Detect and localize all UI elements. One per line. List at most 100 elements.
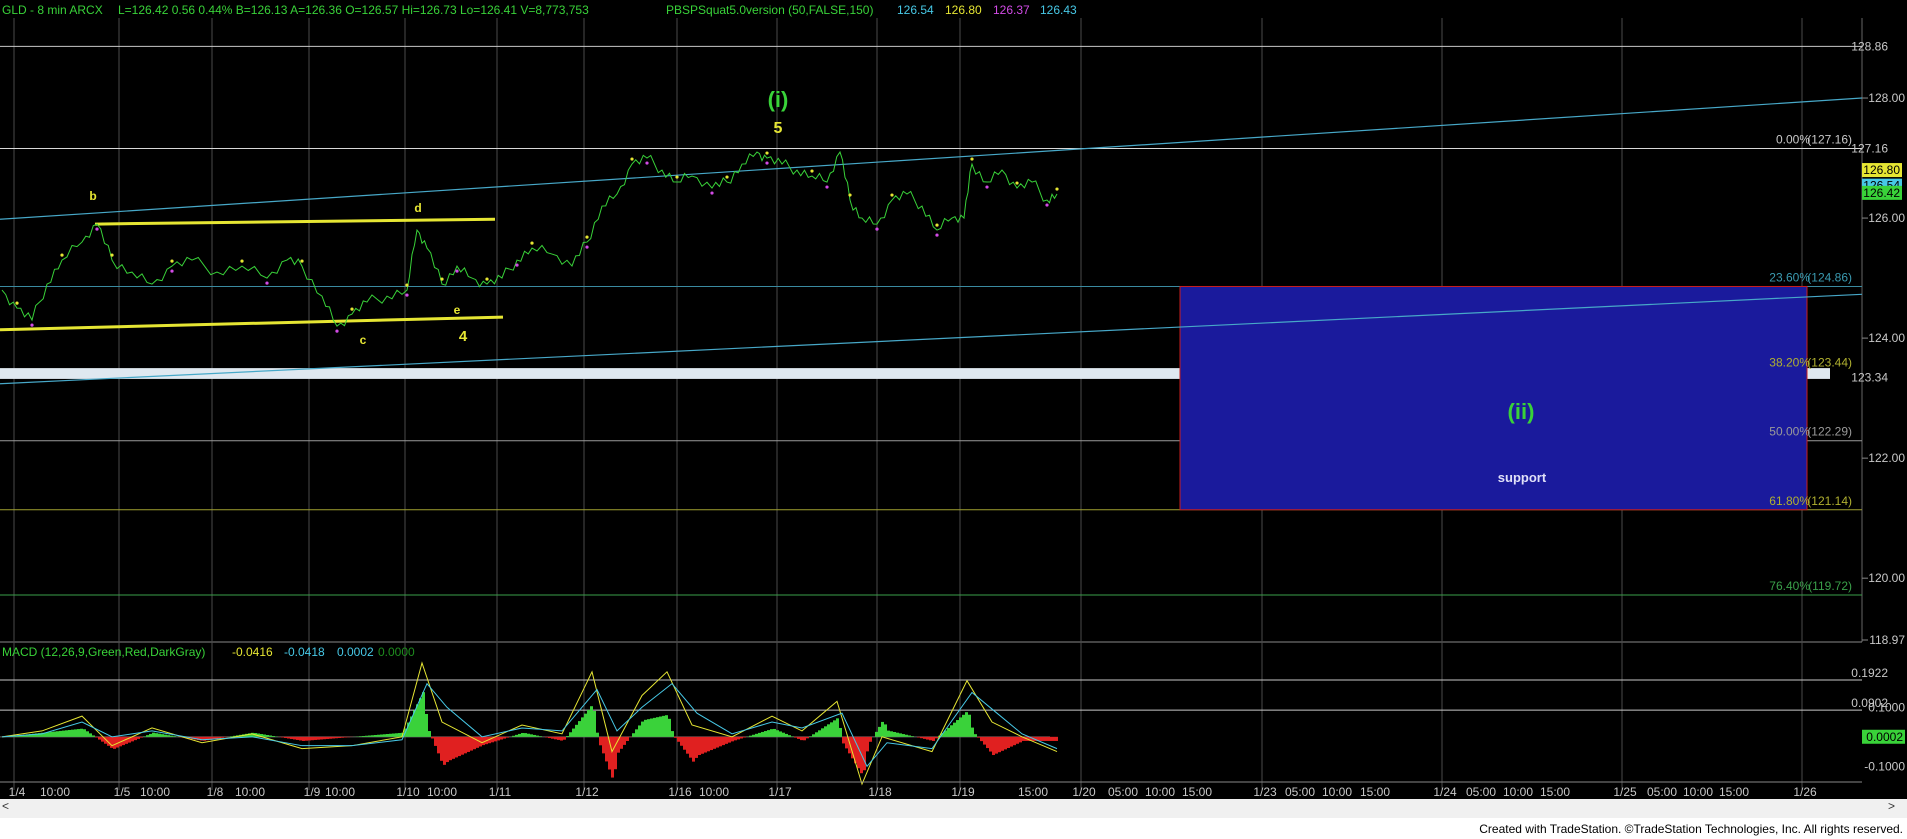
pivot-marker-top (440, 277, 444, 281)
macd-histogram-bar (512, 735, 515, 737)
time-tick-label: 1/12 (575, 785, 599, 799)
pivot-marker-top (970, 157, 974, 161)
macd-histogram-bar (605, 736, 608, 762)
macd-histogram-bar (1046, 736, 1049, 741)
macd-histogram-bar (569, 732, 572, 737)
symbol-label: GLD - 8 min ARCX (2, 3, 103, 17)
macd-histogram-bar (752, 734, 755, 737)
macd-histogram-bar (497, 736, 500, 741)
macd-histogram-bar (116, 736, 119, 748)
macd-histogram-bar (284, 736, 287, 738)
macd-histogram-bar (662, 715, 665, 737)
pivot-marker-top (935, 223, 939, 227)
macd-histogram-bar (203, 736, 206, 741)
macd-histogram-bar (584, 713, 587, 737)
macd-histogram-bar (857, 736, 860, 769)
price-label: 126.42 (1863, 186, 1900, 200)
macd-histogram-bar (650, 718, 653, 737)
macd-histogram-bar (935, 736, 938, 739)
macd-histogram-bar (263, 734, 266, 737)
time-tick-label: 1/19 (951, 785, 975, 799)
pivot-marker-bottom (515, 263, 519, 267)
pivot-marker-top (350, 307, 354, 311)
macd-value-3: 0.0002 (337, 645, 374, 659)
macd-histogram-bar (1007, 736, 1010, 748)
fib-level-label: 0.00% (1776, 132, 1810, 146)
macd-histogram-bar (335, 736, 338, 739)
macd-histogram-bar (398, 733, 401, 737)
macd-histogram-bar (710, 736, 713, 751)
macd-histogram-bar (773, 728, 776, 737)
macd-histogram-bar (290, 736, 293, 739)
horizontal-scrollbar[interactable]: < > (0, 799, 1907, 818)
macd-histogram-bar (602, 736, 605, 754)
macd-histogram-bar (221, 736, 224, 738)
macd-tick-label: -0.1000 (1864, 759, 1905, 773)
macd-histogram-bar (956, 720, 959, 737)
macd-histogram-bar (173, 736, 176, 737)
macd-histogram-bar (281, 736, 284, 738)
macd-histogram-bar (305, 736, 308, 741)
macd-histogram-bar (968, 714, 971, 737)
macd-histogram-bar (74, 729, 77, 737)
time-tick-label: 1/5 (114, 785, 131, 799)
macd-histogram-bar (299, 736, 302, 741)
price-label: 127.16 (1851, 141, 1888, 155)
macd-histogram-bar (611, 736, 614, 778)
macd-histogram-bar (470, 736, 473, 751)
pivot-marker-top (110, 253, 114, 257)
indicator-value-2: 126.80 (945, 3, 982, 17)
macd-histogram-bar (803, 736, 806, 741)
macd-histogram-bar (530, 734, 533, 737)
macd-histogram-bar (824, 726, 827, 737)
macd-histogram-bar (893, 731, 896, 737)
macd-histogram-bar (296, 736, 299, 740)
pivot-marker-bottom (335, 329, 339, 333)
macd-histogram-bar (977, 736, 980, 738)
macd-histogram-bar (770, 729, 773, 737)
macd-histogram-bar (1010, 736, 1013, 747)
macd-histogram-bar (845, 736, 848, 749)
macd-histogram-bar (827, 724, 830, 737)
macd-histogram-bar (818, 730, 821, 737)
time-tick-label: 10:00 (427, 785, 457, 799)
macd-histogram-bar (308, 736, 311, 741)
price-tick-label: 122.00 (1868, 451, 1905, 465)
macd-value-1: -0.0416 (232, 645, 273, 659)
macd-histogram-bar (461, 736, 464, 755)
macd-histogram-bar (797, 736, 800, 739)
macd-histogram-bar (725, 736, 728, 744)
macd-histogram-bar (890, 731, 893, 737)
macd-histogram-bar (776, 730, 779, 737)
scroll-left-icon[interactable]: < (2, 799, 9, 813)
macd-histogram-bar (698, 736, 701, 756)
macd-histogram-bar (440, 736, 443, 761)
price-label: 126.80 (1863, 163, 1900, 177)
scroll-right-icon[interactable]: > (1888, 799, 1895, 813)
macd-histogram-bar (707, 736, 710, 752)
pivot-marker-bottom (645, 161, 649, 165)
macd-histogram-bar (917, 736, 920, 738)
macd-histogram-bar (56, 731, 59, 737)
pivot-marker-top (890, 193, 894, 197)
macd-histogram-bar (323, 736, 326, 740)
macd-histogram-bar (77, 729, 80, 737)
macd-histogram-bar (482, 736, 485, 746)
macd-histogram-bar (269, 735, 272, 737)
macd-histogram-bar (971, 727, 974, 737)
macd-histogram-bar (572, 728, 575, 737)
pivot-marker-top (1055, 187, 1059, 191)
macd-histogram-bar (785, 733, 788, 737)
macd-histogram-bar (689, 736, 692, 758)
macd-histogram-bar (761, 731, 764, 737)
macd-histogram-bar (620, 736, 623, 749)
macd-histogram-bar (59, 730, 62, 737)
macd-histogram-bar (734, 736, 737, 741)
macd-histogram-bar (701, 736, 704, 754)
macd-histogram-bar (656, 717, 659, 737)
macd-histogram-bar (449, 736, 452, 761)
macd-histogram-bar (590, 706, 593, 737)
time-tick-label: 1/16 (668, 785, 692, 799)
macd-histogram-bar (716, 736, 719, 748)
macd-histogram-bar (164, 734, 167, 737)
